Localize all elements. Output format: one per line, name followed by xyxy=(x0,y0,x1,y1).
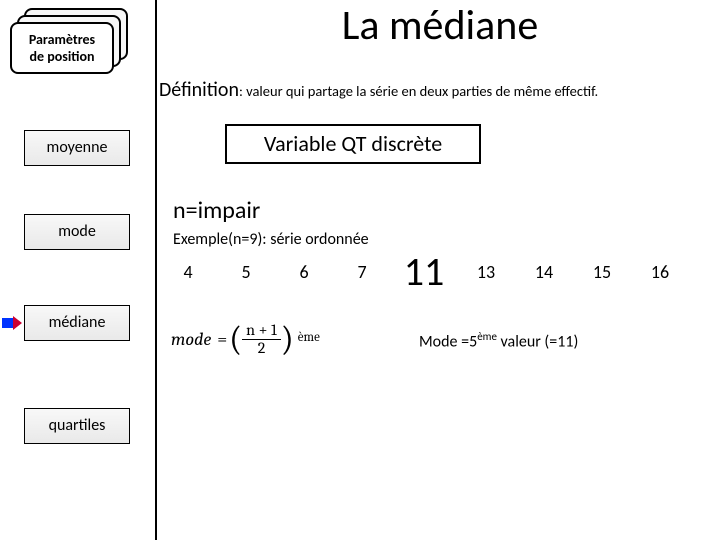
sidebar-item-mediane[interactable]: médiane xyxy=(24,305,130,341)
result-sup: ème xyxy=(477,330,497,343)
paren-right: ) xyxy=(281,322,294,356)
page-title: La médiane xyxy=(190,0,690,51)
paren-left: ( xyxy=(229,322,242,356)
sidebar-item-mode[interactable]: mode xyxy=(24,214,130,250)
series-value: 6 xyxy=(275,261,333,283)
sidebar-item-quartiles[interactable]: quartiles xyxy=(24,408,130,444)
card-line2: de position xyxy=(12,49,112,66)
formula-eq: = xyxy=(217,329,227,350)
sidebar-item-moyenne[interactable]: moyenne xyxy=(24,130,130,166)
series-value: 4 xyxy=(159,261,217,283)
formula-lhs: mode xyxy=(171,329,211,350)
fraction-denominator: 2 xyxy=(254,340,270,357)
definition-lead: Définition xyxy=(159,78,239,102)
series-value: 5 xyxy=(217,261,275,283)
variable-box: Variable QT discrète xyxy=(225,124,481,164)
definition-line: Définition: valeur qui partage la série … xyxy=(159,78,719,102)
sidebar-item-label: moyenne xyxy=(47,138,108,157)
series-median-value: 11 xyxy=(391,252,457,292)
fraction-numerator: n + 1 xyxy=(242,322,281,340)
ordered-series: 45671113141516 xyxy=(159,252,689,292)
current-indicator-arrow-icon xyxy=(2,316,22,330)
example-label: Exemple(n=9): série ordonnée xyxy=(173,230,369,249)
fraction: n + 1 2 xyxy=(242,322,281,357)
vertical-divider xyxy=(155,0,157,540)
sidebar-item-label: médiane xyxy=(49,313,106,332)
series-value: 14 xyxy=(515,261,573,283)
series-value: 13 xyxy=(457,261,515,283)
card-front: Paramètres de position xyxy=(10,22,114,74)
sidebar-item-label: mode xyxy=(58,222,96,241)
sidebar-item-label: quartiles xyxy=(49,416,106,435)
result-prefix: Mode =5 xyxy=(419,332,477,351)
n-case: n=impair xyxy=(173,196,260,225)
median-formula: mode = ( n + 1 2 ) ème xyxy=(171,322,320,357)
result-line: Mode =5ème valeur (=11) xyxy=(419,330,578,351)
series-value: 16 xyxy=(631,261,689,283)
card-line1: Paramètres xyxy=(12,32,112,49)
series-value: 7 xyxy=(333,261,391,283)
definition-text: : valeur qui partage la série en deux pa… xyxy=(239,82,598,100)
formula-exponent: ème xyxy=(298,330,320,345)
series-value: 15 xyxy=(573,261,631,283)
result-suffix: valeur (=11) xyxy=(497,332,578,351)
